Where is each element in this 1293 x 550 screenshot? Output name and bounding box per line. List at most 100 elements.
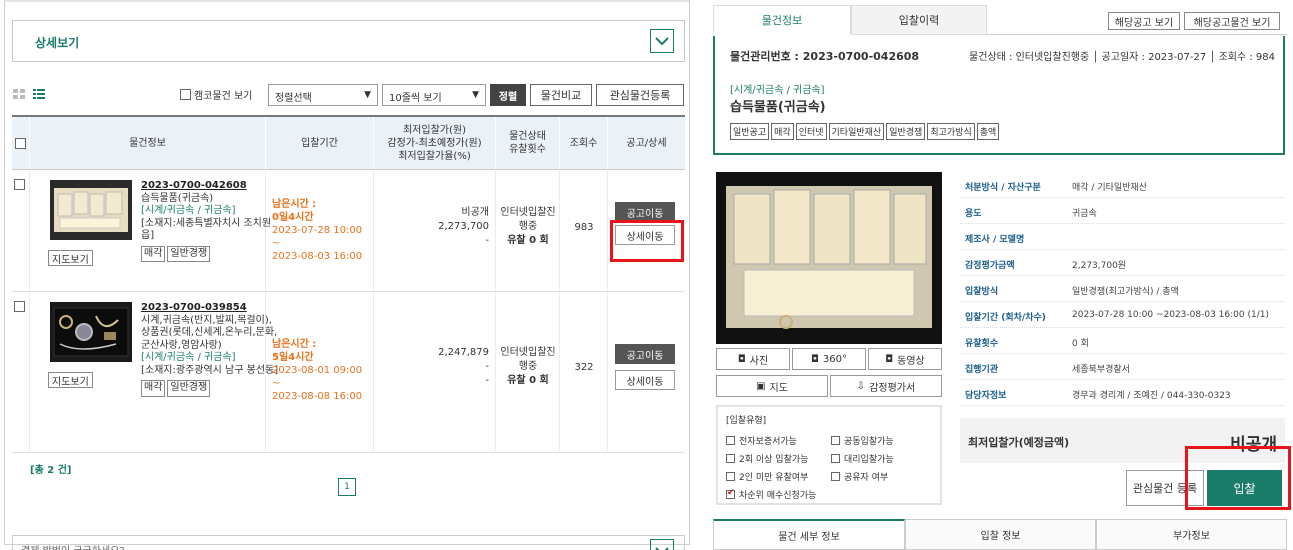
view-notice-button[interactable]: 해당공고 보기 [1108, 12, 1180, 30]
item-title: 습득물품(귀금속) [730, 100, 826, 115]
item-summary: 물건관리번호 : 2023-0700-042608 물건상태 : 인터넷입찰진행… [713, 36, 1285, 155]
bid-type-item: 차순위 매수신청가능 [726, 488, 936, 501]
favorite-register-button[interactable]: 관심물건등록 [596, 84, 684, 106]
bid-type-item: 2회 이상 입찰가능 [726, 452, 831, 465]
remaining-time: 5일4시간 [272, 352, 314, 363]
tag: 인터넷 [795, 123, 827, 140]
camera-icon: ◘ [885, 353, 894, 365]
photo-button[interactable]: ◘ 사진 [716, 348, 790, 370]
item-number-link[interactable]: 2023-0700-042608 [141, 180, 281, 193]
appraisal-price: 2,273,700 [438, 221, 489, 232]
tag: 일반경쟁 [886, 123, 926, 140]
tag: 기타일반재산 [828, 123, 885, 140]
bid-start: 2023-08-01 09:00 ~ [272, 365, 363, 389]
bid-type-item: 공유자 여부 [831, 470, 936, 483]
bid-type-label: 2인 미만 유찰여부 [739, 473, 809, 483]
item-thumbnail[interactable] [50, 302, 132, 362]
tag-competition: 일반경쟁 [167, 380, 211, 397]
camera-icon: ◘ [810, 353, 819, 365]
sort-button[interactable]: 정렬 [490, 84, 526, 106]
bid-type-label: 대리입찰가능 [844, 455, 894, 465]
camco-checkbox[interactable] [180, 89, 191, 100]
header-info: 물건정보 [30, 117, 266, 169]
page-size-select[interactable]: 10줄씩 보기 ▼ [382, 84, 486, 106]
item-photo[interactable] [716, 172, 942, 344]
tab-item-info[interactable]: 물건정보 [713, 5, 851, 35]
map-button[interactable]: ▣ 지도 [716, 375, 828, 397]
item-name[interactable]: 습득물품(귀금속) [141, 193, 281, 206]
chevron-down-icon [655, 37, 669, 46]
appraisal-button[interactable]: ⇩ 감정평가서 [830, 375, 942, 397]
bid-type-box: [입찰유형] 전자보증서가능 공동입찰가능 2회 이상 입찰가능 대리입찰가능 … [716, 405, 942, 505]
property-row: 제조사 / 모델명 [960, 224, 1285, 250]
property-value: 매각 / 기타일반재산 [1072, 183, 1147, 193]
view-notice-items-button[interactable]: 해당공고물건 보기 [1184, 12, 1280, 30]
list-view-icon[interactable] [32, 87, 46, 101]
faq-text: 결제 방법이 궁금하세요? [21, 542, 125, 550]
view-360-button[interactable]: ◘ 360° [792, 348, 866, 370]
property-key: 감정평가금액 [965, 261, 1015, 271]
map-view-button[interactable]: 지도보기 [48, 372, 93, 388]
tag-sale: 매각 [141, 245, 166, 262]
results-table: 물건정보 입찰기간 최저입찰가(원) 감정가-최초예정가(원) 최저입찰가율(%… [12, 115, 685, 453]
bid-end: 2023-08-08 16:00 [272, 391, 363, 402]
notice-button[interactable]: 공고이동 [615, 344, 675, 364]
video-button[interactable]: ◘ 동영상 [868, 348, 942, 370]
item-category: [시계/귀금속 / 귀금속] [141, 352, 236, 363]
map-view-button[interactable]: 지도보기 [48, 250, 93, 266]
property-row: 유찰횟수 0 회 [960, 328, 1285, 354]
camco-filter[interactable]: 캠코물건 보기 [180, 87, 252, 102]
min-bid-label: 최저입찰가(예정금액) [968, 436, 1070, 449]
tab-extra-info[interactable]: 부가정보 [1096, 519, 1287, 550]
item-status: 인터넷입찰진행중 유찰 0 회 [496, 346, 560, 388]
property-key: 담당자정보 [965, 391, 1007, 401]
bid-type-label: 2회 이상 입찰가능 [739, 455, 809, 465]
status-text: 인터넷입찰진행중 [500, 347, 556, 372]
header-views: 조회수 [560, 117, 608, 169]
item-number-link[interactable]: 2023-0700-039854 [141, 302, 281, 315]
item-location: [소재지:광주광역시 남구 봉선동] [141, 364, 279, 376]
item-thumbnail[interactable] [50, 180, 132, 240]
highlight-box [1185, 446, 1291, 510]
notice-button[interactable]: 공고이동 [615, 202, 675, 222]
checkbox [831, 472, 840, 481]
bid-type-item: 2인 미만 유찰여부 [726, 470, 831, 483]
item-category: [시계/귀금속 / 귀금속] [730, 85, 825, 96]
bid-type-item: 대리입찰가능 [831, 452, 936, 465]
select-all-checkbox[interactable] [15, 137, 26, 149]
checkbox [831, 454, 840, 463]
expand-button[interactable] [650, 539, 674, 550]
grid-view-icon[interactable] [12, 87, 26, 101]
tag: 일반공고 [730, 123, 770, 140]
tab-item-details[interactable]: 물건 세부 정보 [713, 519, 905, 550]
property-key: 제조사 / 모델명 [965, 235, 1025, 245]
header-actions: 공고/상세 [626, 137, 667, 149]
price-info: 비공개 2,273,700 - [438, 206, 489, 248]
tag: 최고가방식 [927, 123, 975, 140]
remaining-time: 0일4시간 [272, 212, 314, 223]
detail-tabs: 물건정보 입찰이력 해당공고 보기 해당공고물건 보기 [713, 5, 1287, 35]
bid-type-label: 차순위 매수신청가능 [739, 491, 817, 501]
item-name[interactable]: 시계,귀금속(반지,발찌,목걸이),상품권(롯데,신세계,온누리,문화,군산사랑… [141, 315, 281, 353]
row-checkbox[interactable] [14, 301, 25, 312]
sort-select[interactable]: 정렬선택 ▼ [268, 84, 378, 106]
faq-bar[interactable]: 결제 방법이 궁금하세요? [12, 535, 685, 550]
compare-button[interactable]: 물건비교 [530, 84, 592, 106]
collapse-button[interactable] [650, 29, 674, 53]
tab-bid-history[interactable]: 입찰이력 [851, 5, 987, 35]
min-bid-rate: - [485, 375, 489, 386]
table-row: 지도보기 2023-0700-042608 습득물품(귀금속) [시계/귀금속 … [12, 170, 685, 292]
chevron-down-icon [655, 547, 669, 550]
row-checkbox[interactable] [14, 179, 25, 190]
view-360-label: 360° [822, 353, 847, 365]
camco-label: 캠코물건 보기 [194, 91, 253, 102]
tab-bid-info[interactable]: 입찰 정보 [905, 519, 1096, 550]
header-status: 물건상태 유찰횟수 [496, 117, 560, 169]
bid-period: 남은시간 : 5일4시간 2023-08-01 09:00 ~ 2023-08-… [272, 338, 373, 403]
item-info: 2023-0700-039854 시계,귀금속(반지,발찌,목걸이),상품권(롯… [141, 302, 281, 397]
detail-button[interactable]: 상세이동 [615, 370, 675, 390]
property-value: 0 회 [1072, 339, 1089, 349]
property-row: 담당자정보 경무과 경리계 / 조예진 / 044-330-0323 [960, 380, 1285, 406]
chevron-down-icon: ▼ [472, 90, 479, 100]
page-button[interactable]: 1 [338, 478, 356, 496]
